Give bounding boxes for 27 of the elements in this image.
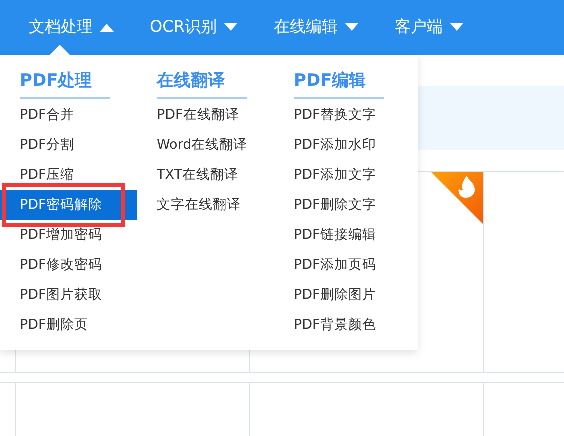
menu-item[interactable]: PDF添加页码 — [274, 250, 418, 280]
caret-icon — [344, 23, 359, 32]
menu-item[interactable]: PDF背景颜色 — [274, 310, 418, 340]
menu-item[interactable]: PDF密码解除 — [0, 190, 137, 220]
menu-column-heading: PDF处理 — [20, 69, 110, 99]
menu-item[interactable]: PDF分割 — [0, 130, 137, 160]
menu-column-heading: 在线翻译 — [157, 69, 247, 99]
menu-item[interactable]: PDF修改密码 — [0, 250, 137, 280]
menu-item[interactable]: PDF链接编辑 — [274, 220, 418, 250]
menu-item[interactable]: PDF删除图片 — [274, 280, 418, 310]
menu-item[interactable]: TXT在线翻译 — [137, 160, 274, 190]
menu-item[interactable]: PDF压缩 — [0, 160, 137, 190]
menu-item[interactable]: PDF替换文字 — [274, 100, 418, 130]
menu-item[interactable]: PDF删除文字 — [274, 190, 418, 220]
menu-item[interactable]: Word在线翻译 — [137, 130, 274, 160]
menu-item[interactable]: PDF增加密码 — [0, 220, 137, 250]
caret-icon — [224, 23, 238, 32]
caret-icon — [450, 23, 464, 32]
menu-item[interactable]: PDF删除页 — [0, 310, 137, 340]
menu-item[interactable]: PDF合并 — [0, 100, 137, 130]
caret-icon — [100, 23, 114, 32]
menu-item[interactable]: PDF在线翻译 — [137, 100, 274, 130]
menu-item[interactable]: 文字在线翻译 — [137, 190, 274, 220]
menu-item[interactable]: PDF添加文字 — [274, 160, 418, 190]
menu-item[interactable]: PDF图片获取 — [0, 280, 137, 310]
menu-column-heading: PDF编辑 — [294, 69, 384, 99]
menu-item[interactable]: PDF添加水印 — [274, 130, 418, 160]
